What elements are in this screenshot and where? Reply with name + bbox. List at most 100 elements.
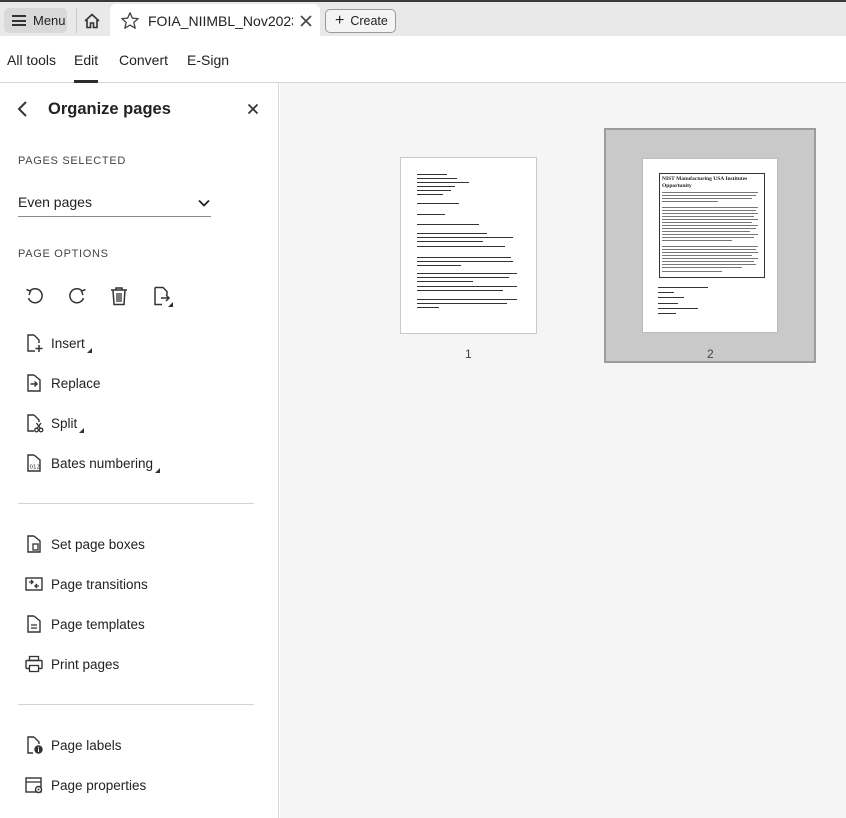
text-line	[658, 292, 674, 293]
menu-button[interactable]: Menu	[4, 8, 67, 33]
bates-numbering-item[interactable]: 012 Bates numbering	[24, 450, 254, 476]
bates-numbering-icon: 012	[27, 454, 41, 472]
text-line	[417, 237, 513, 238]
divider	[18, 503, 254, 504]
text-line	[662, 201, 718, 202]
page-templates-icon	[27, 615, 41, 633]
text-line	[417, 178, 457, 179]
insert-item[interactable]: Insert	[24, 330, 254, 356]
page-templates-label: Page templates	[51, 616, 145, 632]
text-line	[417, 273, 517, 274]
text-line	[417, 224, 479, 225]
page-2-boxed-notice: NIST Manufacturing USA Institutes Opport…	[659, 173, 765, 278]
page-labels-icon	[27, 736, 43, 754]
replace-page-icon	[27, 374, 41, 392]
page-2-heading: NIST Manufacturing USA Institutes Opport…	[662, 176, 748, 189]
text-line	[417, 261, 513, 262]
divider	[18, 704, 254, 705]
back-arrow-icon[interactable]	[14, 100, 32, 118]
page-transitions-icon	[25, 577, 43, 591]
page-number-2: 2	[707, 347, 714, 361]
text-line	[417, 246, 505, 247]
text-line	[662, 237, 754, 238]
hamburger-icon	[12, 15, 26, 26]
text-line	[662, 213, 758, 214]
text-line	[662, 258, 758, 259]
home-button[interactable]	[76, 8, 106, 33]
text-line	[662, 198, 752, 199]
app-tab-bar: Menu FOIA_NIIMBL_Nov2023... + Create	[0, 0, 846, 38]
text-line	[417, 194, 443, 195]
page-labels-item[interactable]: Page labels	[24, 732, 254, 758]
page-thumbnail-2[interactable]: NIST Manufacturing USA Institutes Opport…	[642, 158, 778, 333]
pages-selected-dropdown[interactable]: Even pages	[18, 191, 211, 217]
flyout-indicator-icon	[79, 428, 85, 433]
split-label: Split	[51, 415, 78, 431]
text-line	[662, 207, 758, 208]
text-line	[662, 210, 756, 211]
rotate-right-icon[interactable]	[66, 285, 88, 307]
flyout-indicator-icon	[155, 468, 161, 473]
page-options-label: PAGE OPTIONS	[18, 248, 109, 260]
insert-page-icon	[27, 334, 43, 352]
text-line	[417, 174, 447, 175]
text-line	[662, 219, 758, 220]
text-line	[417, 299, 517, 300]
text-line	[658, 313, 676, 314]
panel-title: Organize pages	[48, 100, 171, 118]
page-thumbnail-2-selected[interactable]: NIST Manufacturing USA Institutes Opport…	[604, 128, 816, 363]
home-icon	[83, 12, 100, 28]
set-page-boxes-label: Set page boxes	[51, 536, 145, 552]
text-line	[417, 257, 511, 258]
tab-all-tools[interactable]: All tools	[7, 52, 56, 68]
split-item[interactable]: Split	[24, 410, 254, 436]
page-properties-label: Page properties	[51, 777, 147, 793]
text-line	[662, 255, 752, 256]
page-properties-item[interactable]: Page properties	[24, 772, 254, 798]
create-button[interactable]: + Create	[325, 9, 396, 33]
delete-icon[interactable]	[108, 285, 130, 307]
text-line	[658, 308, 698, 309]
text-line	[662, 195, 756, 196]
document-tab[interactable]: FOIA_NIIMBL_Nov2023...	[110, 4, 320, 38]
star-icon[interactable]	[120, 11, 140, 31]
document-title: FOIA_NIIMBL_Nov2023...	[148, 13, 293, 29]
text-line	[417, 277, 509, 278]
tab-edit[interactable]: Edit	[74, 52, 99, 83]
plus-icon: +	[335, 12, 345, 29]
text-line	[662, 228, 756, 229]
page-transitions-item[interactable]: Page transitions	[24, 571, 254, 597]
text-line	[662, 216, 754, 217]
text-line	[417, 233, 487, 234]
insert-label: Insert	[51, 335, 85, 351]
set-page-boxes-item[interactable]: Set page boxes	[24, 531, 254, 557]
print-pages-label: Print pages	[51, 656, 120, 672]
rotate-left-icon[interactable]	[24, 285, 46, 307]
dropdown-value: Even pages	[18, 194, 92, 210]
extract-icon[interactable]	[151, 285, 173, 307]
split-icon	[27, 414, 44, 433]
pages-selected-label: PAGES SELECTED	[18, 155, 127, 167]
text-line	[417, 286, 517, 287]
flyout-indicator-icon	[86, 348, 92, 353]
text-line	[662, 264, 756, 265]
text-line	[417, 307, 439, 308]
bates-numbering-label: Bates numbering	[51, 455, 154, 471]
print-pages-item[interactable]: Print pages	[24, 651, 254, 677]
printer-icon	[25, 655, 43, 673]
replace-item[interactable]: Replace	[24, 370, 254, 396]
close-tab-icon[interactable]	[299, 14, 313, 28]
close-icon[interactable]	[246, 102, 260, 116]
page-properties-icon	[25, 777, 43, 794]
text-line	[417, 265, 461, 266]
page-labels-label: Page labels	[51, 737, 122, 753]
tab-convert[interactable]: Convert	[119, 52, 168, 68]
text-line	[658, 287, 708, 288]
page-thumbnail-1[interactable]	[400, 157, 537, 334]
text-line	[662, 222, 752, 223]
text-line	[662, 267, 742, 268]
text-line	[662, 231, 750, 232]
tab-e-sign[interactable]: E-Sign	[187, 52, 229, 68]
text-line	[662, 246, 758, 247]
page-templates-item[interactable]: Page templates	[24, 611, 254, 637]
